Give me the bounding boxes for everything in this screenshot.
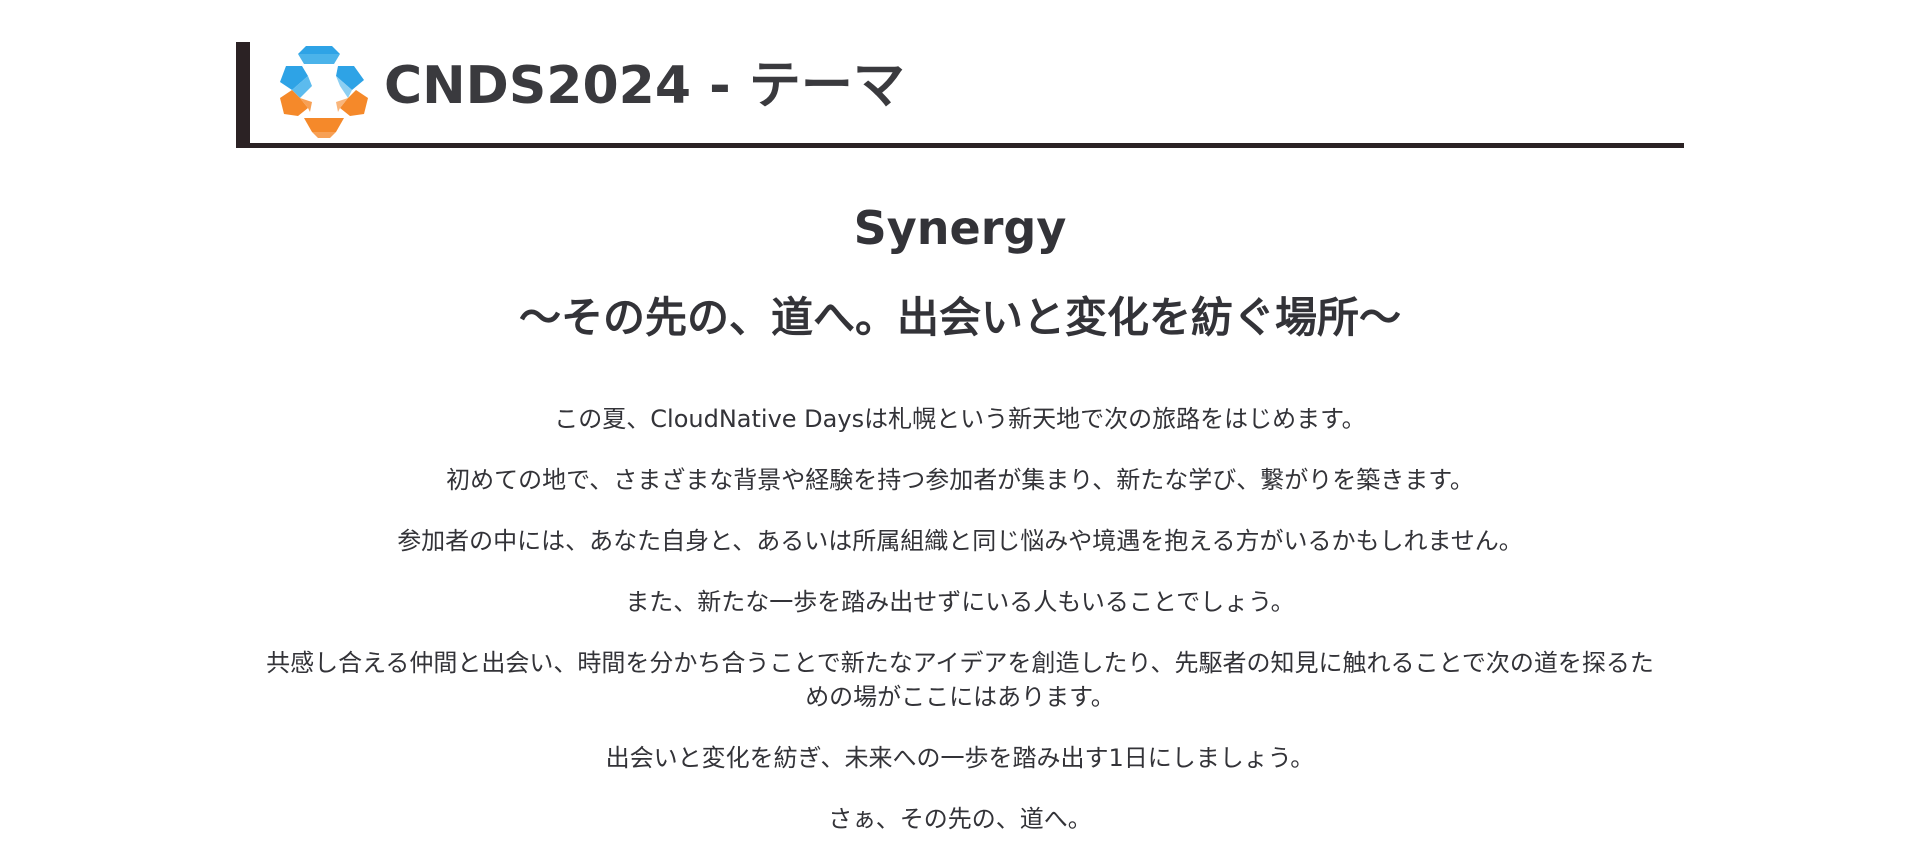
theme-content: Synergy 〜その先の、道へ。出会いと変化を紡ぐ場所〜 この夏、CloudN… [240,190,1680,863]
paragraph: 参加者の中には、あなた自身と、あるいは所属組織と同じ悩みや境遇を抱える方がいるか… [397,527,1523,555]
page-title: CNDS2024 - テーマ [384,56,905,116]
paragraph: この夏、CloudNative Daysは札幌という新天地で次の旅路をはじめます… [554,405,1366,433]
paragraph: さぁ、その先の、道へ。 [828,805,1092,833]
paragraph: 初めての地で、さまざまな背景や経験を持つ参加者が集まり、新たな学び、繋がりを築き… [446,466,1474,494]
paragraph: 出会いと変化を紡ぎ、未来への一歩を踏み出す1日にしましょう。 [605,744,1315,772]
theme-title: Synergy [853,201,1067,255]
paragraph: また、新たな一歩を踏み出せずにいる人もいることでしょう。 [625,588,1295,616]
paragraph: 共感し合える仲間と出会い、時間を分かち合うことで新たなアイデアを創造したり、先駆… [266,649,1654,711]
theme-description: この夏、CloudNative Daysは札幌という新天地で次の旅路をはじめます… [240,402,1680,836]
theme-subtitle: 〜その先の、道へ。出会いと変化を紡ぐ場所〜 [518,293,1401,342]
slide-header: CNDS2024 - テーマ [236,42,1684,148]
cnds-logo-icon [280,46,368,138]
